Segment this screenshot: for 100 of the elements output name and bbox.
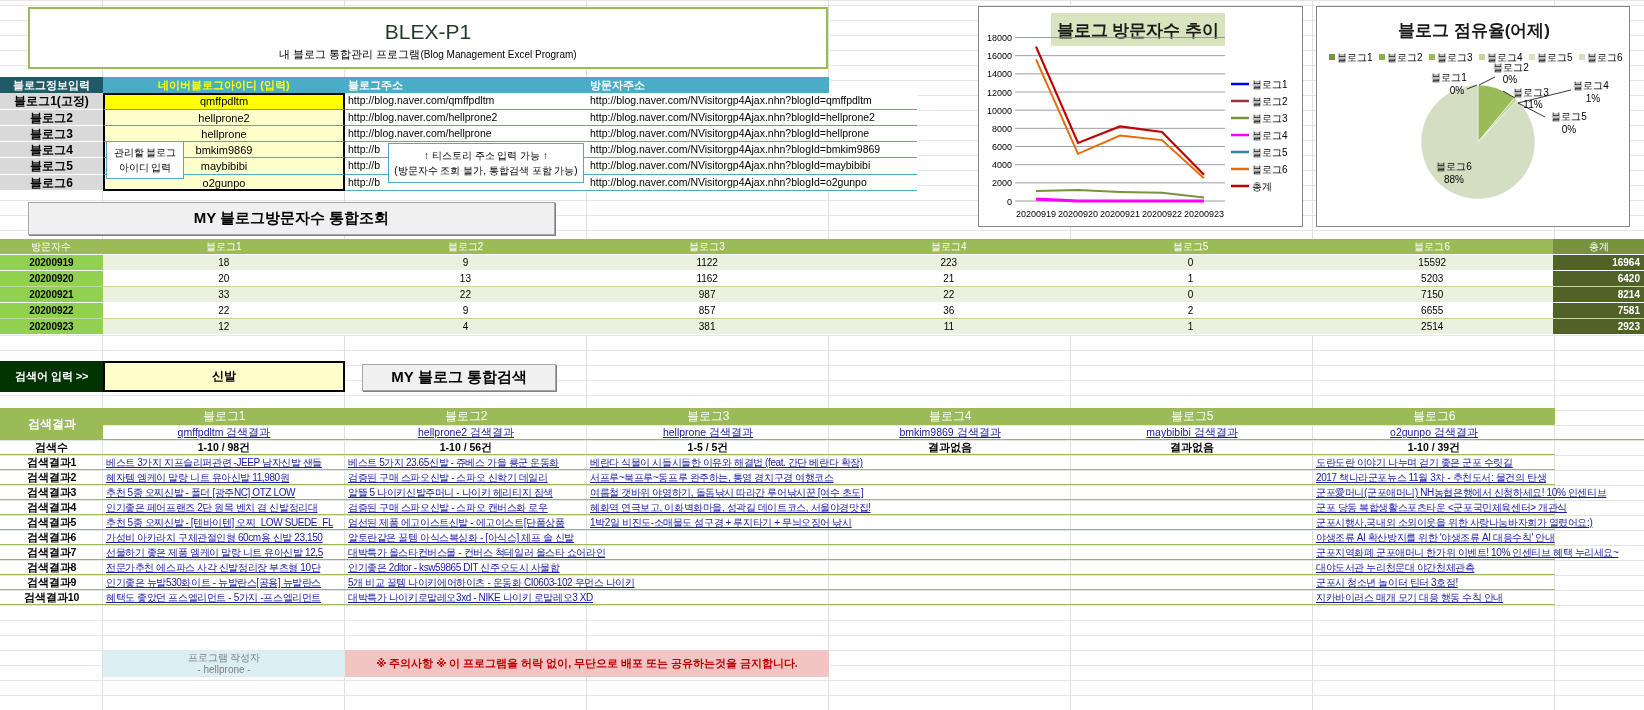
blog-id-cell[interactable]: qmffpdltm: [103, 93, 345, 110]
result-link[interactable]: 검증된 구매 스파오신발 - 스파오 신학기 데일리: [348, 472, 548, 483]
result-link[interactable]: 추천 5종 오찌신발 - 폴더 [광주NC] OTZ LOW: [106, 487, 296, 498]
result-link[interactable]: qmffpdltm 검색결과: [177, 426, 271, 438]
row-label: 블로그4: [0, 142, 103, 159]
result-link[interactable]: 인기좋은 뉴발530화이트 - 뉴발란스[공용] 뉴발란스: [106, 577, 322, 588]
result-link[interactable]: 전문가추천 에스파스 사각 신발정리장 부츠형 10단: [106, 562, 321, 573]
result-link[interactable]: 군포愛머니(군포애머니) NH농협은행에서 신청하세요! 10% 인센티브: [1316, 487, 1607, 498]
result-count: 1-10 / 98건: [197, 441, 251, 453]
visitor-url: http://blog.naver.com/NVisitorgp4Ajax.nhn?blogId=o2gunpo: [590, 175, 867, 188]
column-header: 총계: [1553, 239, 1644, 255]
result-link[interactable]: 베스트 5가지 23.65신발 - 쥬베스 가을 룡군 운동화: [348, 457, 559, 468]
data-label: 블로그4: [1573, 80, 1609, 91]
chart-title: 블로그 방문자수 추이: [1051, 13, 1225, 46]
visitor-url: http://blog.naver.com/NVisitorgp4Ajax.nhn?blogId=qmffpdltm: [590, 94, 872, 107]
result-link[interactable]: 혜자템 엠케이 말랑 니트 유아신발 11,980원: [106, 472, 290, 483]
visitor-url: http://blog.naver.com/NVisitorgp4Ajax.nhn?blogId=hellprone2: [590, 110, 875, 123]
result-link[interactable]: 도란도란 이야기 나누며 걷기 좋은 군포 수릿길: [1316, 457, 1513, 468]
row-label: 검색결과5: [25, 515, 78, 529]
date-cell: 20200919: [0, 255, 103, 271]
column-header: 블로그주소: [345, 77, 587, 94]
result-link[interactable]: 선물하기 좋은 제품 엠케이 말랑 니트 유아신발 12,5: [106, 547, 323, 558]
blog-url: http://blog.naver.com/hellprone2: [348, 110, 498, 123]
result-link[interactable]: 가성비 아카라치 구체관절인형 60cm용 신발 23,150: [106, 532, 323, 543]
author-title: 프로그램 작성자: [187, 651, 261, 664]
total-cell: 7581: [1553, 303, 1644, 319]
result-link[interactable]: 베스트 3가지 지프슬리퍼관련 -JEEP 남자신발 샌들: [106, 457, 322, 468]
result-link[interactable]: 추천 5종 오찌신발 - [텐바이텐] 오찌_LOW SUEDE_FL: [106, 517, 334, 528]
legend-swatch: [1329, 54, 1335, 60]
data-label: 0%: [1561, 124, 1577, 135]
y-tick-label: 16000: [986, 51, 1012, 62]
x-tick-label: 20200922: [1142, 209, 1182, 219]
chart-title: 블로그 방문자수 추이: [1056, 21, 1220, 40]
result-link[interactable]: 혜택도 좋았던 프스엘리먼트 - 5가지 -프스엘리먼트: [106, 592, 321, 603]
result-link[interactable]: 대야도서관 누리천문대 야간천체관측: [1316, 562, 1475, 573]
table-cell: 1: [1069, 319, 1312, 335]
legend-label: 블로그1: [1252, 79, 1288, 90]
visitor-url: http://blog.naver.com/NVisitorgp4Ajax.nhn?blogId=maybibibi: [590, 159, 871, 172]
table-cell: 21: [828, 271, 1070, 287]
row-label: 검색결과7: [25, 545, 78, 559]
column-header: 블로그5: [1071, 408, 1313, 425]
result-link[interactable]: 군포시행사,국내외 소외이웃을 위한 사랑나눔바자회가 열렸어요:): [1316, 517, 1593, 528]
legend-swatch: [1529, 54, 1535, 60]
table-cell: 223: [828, 255, 1070, 271]
result-link[interactable]: 알뜰 5 나이키신발주머니 - 나이키 헤리티지 짐색: [348, 487, 553, 498]
table-cell: 6655: [1311, 303, 1554, 319]
table-cell: 1162: [586, 271, 828, 287]
result-link[interactable]: 인기좋은 2ditor - ksw59865 DIT 신주오도시 사물함: [348, 562, 560, 573]
result-link[interactable]: 2017 책나라군포뉴스 11월 3차 - 추천도서: 물건의 탄생: [1316, 472, 1547, 483]
result-link[interactable]: bmkim9869 검색결과: [899, 426, 1001, 438]
result-link[interactable]: 대박특가 올스타컨버스몰 - 컨버스 척테일러 올스타 쇼어라인: [348, 547, 606, 558]
result-link[interactable]: 검증된 구매 스파오신발 - 스파오 캔버스화 로우: [348, 502, 548, 513]
result-link[interactable]: 군포지역화폐 군포애머니 한가위 이벤트! 10% 인센티브 혜택 누리세요~: [1316, 547, 1619, 558]
search-button[interactable]: MY 블로그 통합검색: [362, 364, 556, 391]
result-link[interactable]: 인기좋은 페어프랜즈 2단 원목 벤치 겸 신발정리대: [106, 502, 318, 513]
table-cell: 0: [1069, 287, 1312, 303]
x-tick-label: 20200921: [1100, 209, 1140, 219]
program-subtitle: 내 블로그 통합관리 프로그램(Blog Management Excel Program): [279, 47, 577, 62]
total-cell: 16964: [1553, 255, 1644, 271]
visitor-url: http://blog.naver.com/NVisitorgp4Ajax.nhn?blogId=hellprone: [590, 126, 870, 139]
column-header: 방문자수: [0, 239, 103, 255]
legend-label: 블로그3: [1252, 113, 1288, 124]
column-header: 블로그4: [828, 239, 1070, 255]
table-cell: 22: [344, 287, 587, 303]
table-cell: 2514: [1311, 319, 1554, 335]
search-field[interactable]: 신발: [103, 361, 345, 392]
legend-label: 블로그6: [1252, 164, 1288, 175]
result-link[interactable]: 혜화역 연극보고, 이화벽화마을, 성곽길 데이트코스, 서울야경맛집!: [590, 502, 871, 513]
result-link[interactable]: 군포시 청소년 놀이터 틴터 3호점!: [1316, 577, 1458, 588]
table-cell: 987: [586, 287, 828, 303]
table-cell: 36: [828, 303, 1070, 319]
data-label: 블로그6: [1436, 161, 1472, 172]
result-link[interactable]: 대박특가 나이키로말레오3xd - NIKE 나이키 로말레오3 XD: [348, 592, 593, 603]
result-link[interactable]: 여름철 갯바위 야영하기, 돌돔낚시 따라간 루어낚시꾼 [여수 초도]: [590, 487, 864, 498]
result-link[interactable]: maybibibi 검색결과: [1146, 426, 1238, 438]
result-link[interactable]: 베란다 식물이 시들시들한 이유와 해결법 (feat. 간단 베란다 확장): [590, 457, 863, 468]
note-tooltip: 관리할 블로그 아이디 입력: [106, 141, 184, 179]
result-link[interactable]: 알토란같은 꿀템 아식스복싱화 - [아식스] 체프 솔 신발: [348, 532, 574, 543]
visitor-url: http://blog.naver.com/NVisitorgp4Ajax.nhn?blogId=bmkim9869: [590, 143, 881, 156]
result-link[interactable]: 지카바이러스 매개 모기 대응 행동 수칙 안내: [1316, 592, 1504, 603]
table-cell: 381: [586, 319, 828, 335]
result-link[interactable]: o2gunpo 검색결과: [1390, 426, 1478, 438]
legend-swatch: [1379, 54, 1385, 60]
result-link[interactable]: 야생조류 AI 확산방지를 위한 '야생조류 AI 대응수칙' 안내: [1316, 532, 1555, 543]
visitor-lookup-button[interactable]: MY 블로그방문자수 통합조회: [28, 202, 555, 236]
result-link[interactable]: hellprone 검색결과: [662, 426, 754, 438]
column-header: 블로그4: [829, 408, 1071, 425]
result-link[interactable]: 엄선된 제품 에고이스트신발 - 에고이스트[단품상품: [348, 517, 565, 528]
result-link[interactable]: 5개 비교 꿀템 나이키에어하이츠 - 운동화 CI0603-102 우먼스 나이키: [348, 577, 635, 588]
row-label: 블로그1(고정): [0, 93, 103, 110]
row-label: 검색수: [34, 440, 69, 454]
result-link[interactable]: hellprone2 검색결과: [418, 426, 514, 438]
table-cell: 18: [102, 255, 345, 271]
result-link[interactable]: 군포 당동 복합생활스포츠타운 <군포국민체육센터> 개관식: [1316, 502, 1567, 513]
legend-label: 블로그2: [1252, 96, 1288, 107]
result-link[interactable]: 1박2일 비진도-소매물도 섬구경 + 루지타기 + 무늬오징어 낚시: [590, 517, 852, 528]
data-label: 블로그2: [1493, 62, 1529, 73]
result-link[interactable]: 서프루~북프루~동프루 완주하는, 통영 경치구경 여행코스: [590, 472, 834, 483]
table-cell: 9: [344, 255, 587, 271]
legend-label: 블로그1: [1337, 52, 1373, 63]
